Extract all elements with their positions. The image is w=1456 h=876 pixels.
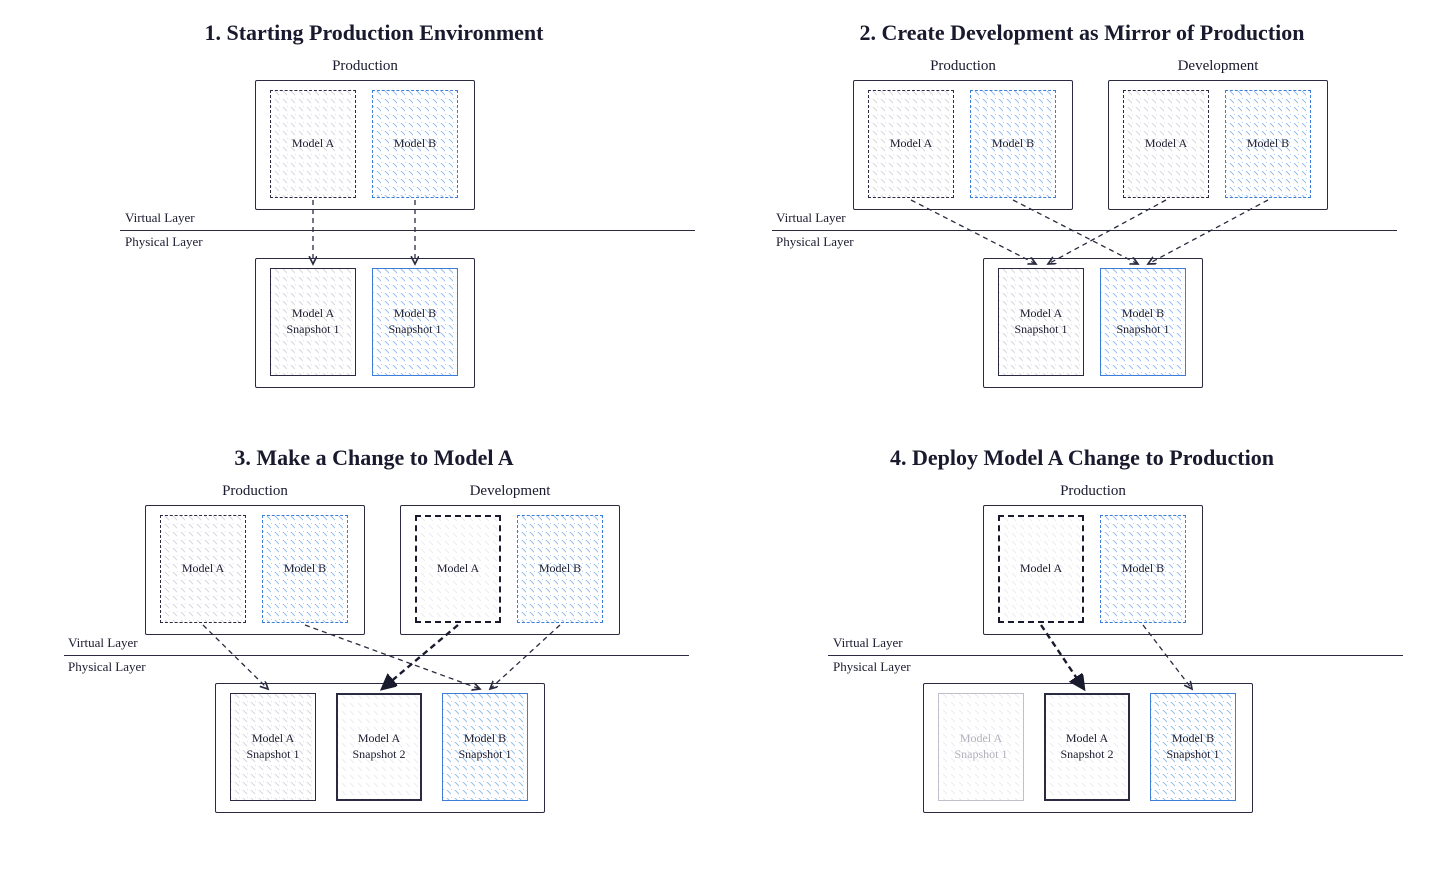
prod-model-b: Model B xyxy=(262,515,348,623)
env-label-development: Development xyxy=(1178,58,1259,75)
model-b-snapshot-1: Model BSnapshot 1 xyxy=(1150,693,1236,801)
layer-label-physical: Physical Layer xyxy=(68,659,146,675)
panel-1: 1. Starting Production Environment Produ… xyxy=(40,20,708,415)
model-a-snapshot-1: Model ASnapshot 1 xyxy=(998,268,1084,376)
layer-divider xyxy=(828,655,1403,656)
panel-4: 4. Deploy Model A Change to Production P… xyxy=(748,445,1416,840)
env-label-production: Production xyxy=(332,58,398,75)
panel-1-title: 1. Starting Production Environment xyxy=(40,20,708,46)
model-a-virtual: Model A xyxy=(270,90,356,198)
env-label-production: Production xyxy=(222,483,288,500)
panel-3-title: 3. Make a Change to Model A xyxy=(40,445,708,471)
dev-model-a: Model A xyxy=(1123,90,1209,198)
panel-3: 3. Make a Change to Model A Production M… xyxy=(40,445,708,840)
panel-2-title: 2. Create Development as Mirror of Produ… xyxy=(748,20,1416,46)
dev-model-b: Model B xyxy=(1225,90,1311,198)
prod-model-a: Model A xyxy=(868,90,954,198)
model-a-snapshot-1: Model ASnapshot 1 xyxy=(270,268,356,376)
layer-label-virtual: Virtual Layer xyxy=(776,210,846,226)
model-b-virtual: Model B xyxy=(372,90,458,198)
prod-model-b: Model B xyxy=(1100,515,1186,623)
dev-model-a-changed: Model A xyxy=(415,515,501,623)
model-b-snapshot-1: Model BSnapshot 1 xyxy=(1100,268,1186,376)
model-a-snapshot-1-inactive: Model ASnapshot 1 xyxy=(938,693,1024,801)
model-b-snapshot-1: Model BSnapshot 1 xyxy=(372,268,458,376)
layer-label-virtual: Virtual Layer xyxy=(125,210,195,226)
env-label-development: Development xyxy=(470,483,551,500)
layer-divider xyxy=(64,655,689,656)
panel-2: 2. Create Development as Mirror of Produ… xyxy=(748,20,1416,415)
prod-model-b: Model B xyxy=(970,90,1056,198)
layer-divider xyxy=(120,230,695,231)
env-label-production: Production xyxy=(930,58,996,75)
panel-4-title: 4. Deploy Model A Change to Production xyxy=(748,445,1416,471)
prod-model-a-changed: Model A xyxy=(998,515,1084,623)
layer-label-virtual: Virtual Layer xyxy=(68,635,138,651)
layer-label-virtual: Virtual Layer xyxy=(833,635,903,651)
env-label-production: Production xyxy=(1060,483,1126,500)
model-a-snapshot-2: Model ASnapshot 2 xyxy=(1044,693,1130,801)
layer-label-physical: Physical Layer xyxy=(833,659,911,675)
model-a-snapshot-2: Model ASnapshot 2 xyxy=(336,693,422,801)
model-b-snapshot-1: Model BSnapshot 1 xyxy=(442,693,528,801)
dev-model-b: Model B xyxy=(517,515,603,623)
model-a-snapshot-1: Model ASnapshot 1 xyxy=(230,693,316,801)
layer-label-physical: Physical Layer xyxy=(776,234,854,250)
layer-label-physical: Physical Layer xyxy=(125,234,203,250)
prod-model-a: Model A xyxy=(160,515,246,623)
layer-divider xyxy=(772,230,1397,231)
